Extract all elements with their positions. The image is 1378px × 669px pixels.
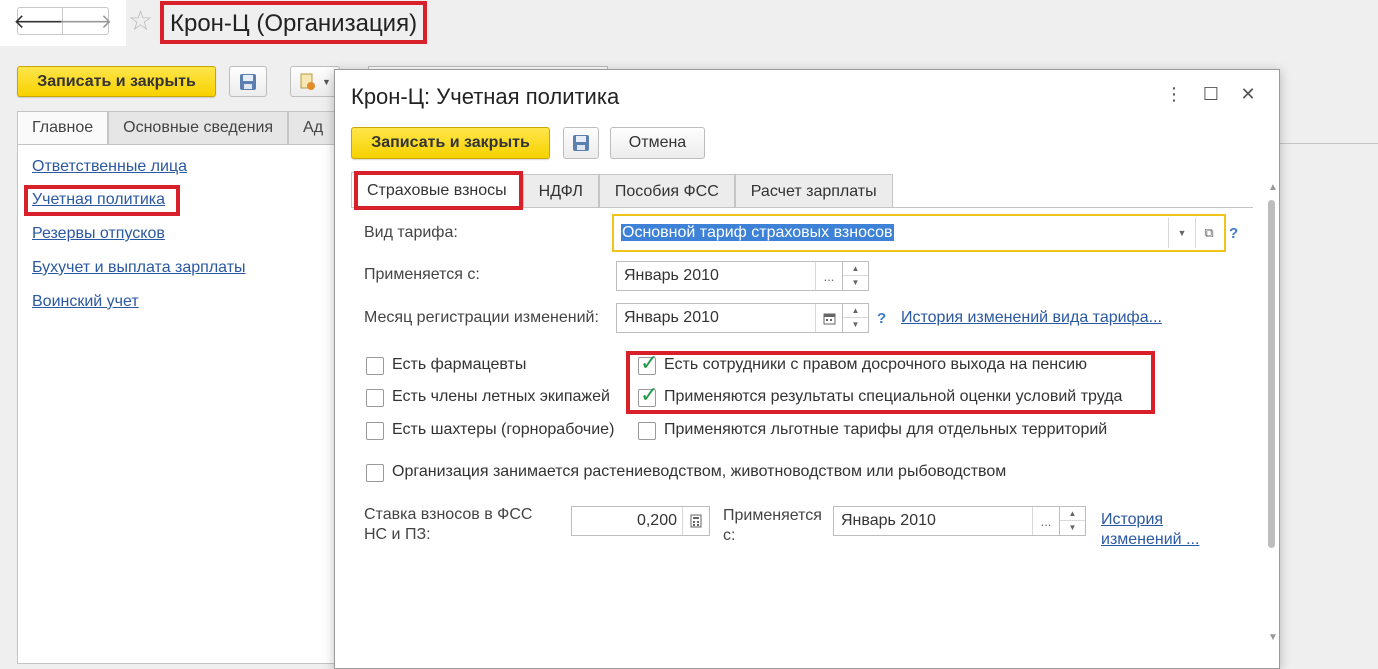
star-icon[interactable]: ☆ bbox=[128, 6, 153, 36]
fss-applies-label-line2: с: bbox=[723, 527, 736, 544]
accounting-policy-highlight bbox=[24, 185, 180, 216]
back-button[interactable]: 🡐 bbox=[13, 7, 67, 35]
fss-applies-spinner[interactable]: ▲ ▼ bbox=[1060, 506, 1086, 536]
active-tab-highlight bbox=[354, 171, 523, 210]
chevron-down-icon[interactable]: ▼ bbox=[1169, 218, 1195, 248]
dialog-cancel-button[interactable]: Отмена bbox=[610, 127, 705, 159]
chevron-down-icon: ▼ bbox=[322, 76, 331, 87]
tariff-help-icon[interactable]: ? bbox=[1229, 225, 1238, 242]
tariff-history-link[interactable]: История изменений вида тарифа... bbox=[901, 309, 1162, 327]
fss-history-link-line1[interactable]: История bbox=[1101, 511, 1163, 529]
org-tab-basic-info[interactable]: Основные сведения bbox=[108, 111, 289, 144]
open-in-window-icon[interactable]: ⧉ bbox=[1196, 218, 1222, 248]
dialog-save-button[interactable] bbox=[563, 127, 599, 159]
aircrew-checkbox[interactable] bbox=[366, 389, 384, 407]
org-title-highlight: Крон-Ц (Организация) bbox=[160, 1, 428, 44]
pharmacists-checkbox[interactable] bbox=[366, 357, 384, 375]
reg-month-value: Январь 2010 bbox=[624, 309, 719, 326]
spin-up-icon[interactable]: ▲ bbox=[843, 262, 868, 276]
reg-month-field[interactable]: Январь 2010 bbox=[616, 303, 843, 333]
link-accounting-payroll[interactable]: Бухучет и выплата зарплаты bbox=[32, 259, 246, 277]
calendar-icon[interactable] bbox=[816, 304, 842, 332]
spin-down-icon[interactable]: ▼ bbox=[843, 276, 868, 290]
applies-from-field[interactable]: Январь 2010 ... bbox=[616, 261, 843, 291]
miners-label: Есть шахтеры (горнорабочие) bbox=[392, 421, 615, 438]
fss-applies-select-button[interactable]: ... bbox=[1033, 507, 1059, 535]
scroll-up-icon[interactable]: ▲ bbox=[1268, 182, 1278, 193]
report-icon bbox=[300, 73, 315, 90]
fss-rate-field[interactable]: 0,200 bbox=[571, 506, 710, 536]
applies-from-spinner[interactable]: ▲ ▼ bbox=[843, 261, 869, 291]
spin-down-icon[interactable]: ▼ bbox=[843, 318, 868, 332]
org-save-button[interactable] bbox=[229, 66, 267, 97]
applies-from-select-button[interactable]: ... bbox=[816, 262, 842, 290]
navigation-box: 🡐 🡒 bbox=[0, 0, 126, 46]
maximize-icon[interactable]: ☐ bbox=[1199, 84, 1223, 105]
pharmacists-label: Есть фармацевты bbox=[392, 356, 527, 373]
scrollbar-thumb[interactable] bbox=[1268, 200, 1275, 548]
floppy-disk-icon bbox=[240, 73, 256, 90]
fss-applies-field[interactable]: Январь 2010 ... bbox=[833, 506, 1060, 536]
link-vacation-reserves[interactable]: Резервы отпусков bbox=[32, 225, 165, 243]
tab-fss-benefits[interactable]: Пособия ФСС bbox=[598, 174, 735, 208]
tariff-focus-frame: Основной тариф страховых взносов ▼ ⧉ bbox=[612, 214, 1226, 252]
fss-rate-label-line1: Ставка взносов в ФСС bbox=[364, 506, 533, 523]
close-icon[interactable]: ✕ bbox=[1236, 84, 1260, 105]
scroll-down-icon[interactable]: ▼ bbox=[1268, 632, 1278, 643]
org-window-title: Крон-Ц (Организация) bbox=[170, 10, 418, 37]
spin-up-icon[interactable]: ▲ bbox=[843, 304, 868, 318]
aircrew-label: Есть члены летных экипажей bbox=[392, 388, 610, 405]
calculator-icon[interactable] bbox=[683, 507, 709, 535]
org-tab-main[interactable]: Главное bbox=[17, 111, 109, 144]
tariff-value: Основной тариф страховых взносов bbox=[621, 224, 894, 241]
org-report-button[interactable]: ▼ bbox=[290, 66, 340, 97]
org-tab-address[interactable]: Ад bbox=[288, 111, 339, 144]
more-vertical-icon[interactable]: ⋮ bbox=[1162, 84, 1186, 105]
tariff-label: Вид тарифа: bbox=[364, 224, 458, 241]
dialog-save-close-button[interactable]: Записать и закрыть bbox=[351, 127, 550, 159]
tariff-select[interactable]: Основной тариф страховых взносов ▼ ⧉ bbox=[616, 218, 1222, 248]
arrow-right-icon: 🡒 bbox=[58, 10, 113, 33]
reg-month-help-icon[interactable]: ? bbox=[877, 310, 886, 327]
link-military-registration[interactable]: Воинский учет bbox=[32, 293, 139, 311]
accounting-policy-dialog: Крон-Ц: Учетная политика ⋮ ☐ ✕ Записать … bbox=[334, 69, 1280, 669]
tab-payroll-calculation[interactable]: Расчет зарплаты bbox=[734, 174, 893, 208]
org-divider bbox=[1278, 143, 1378, 144]
dialog-title: Крон-Ц: Учетная политика bbox=[351, 84, 620, 109]
fss-applies-label-line1: Применяется bbox=[723, 507, 822, 524]
spin-up-icon[interactable]: ▲ bbox=[1060, 507, 1085, 521]
fss-history-link-line2[interactable]: изменений ... bbox=[1101, 531, 1199, 549]
fss-applies-value: Январь 2010 bbox=[841, 512, 936, 529]
floppy-disk-icon bbox=[573, 135, 589, 151]
fss-rate-value: 0,200 bbox=[636, 512, 677, 529]
checkboxes-highlight bbox=[626, 351, 1155, 414]
reg-month-spinner[interactable]: ▲ ▼ bbox=[843, 303, 869, 333]
tab-ndfl[interactable]: НДФЛ bbox=[522, 174, 599, 208]
spin-down-icon[interactable]: ▼ bbox=[1060, 521, 1085, 535]
agriculture-checkbox[interactable] bbox=[366, 464, 384, 482]
preferential-tariffs-label: Применяются льготные тарифы для отдельны… bbox=[664, 421, 1108, 438]
agriculture-label: Организация занимается растениеводством,… bbox=[392, 463, 1007, 480]
applies-from-label: Применяется с: bbox=[364, 266, 480, 283]
applies-from-value: Январь 2010 bbox=[624, 267, 719, 284]
fss-rate-label-line2: НС и ПЗ: bbox=[364, 526, 431, 543]
preferential-tariffs-checkbox[interactable] bbox=[638, 422, 656, 440]
org-save-close-button[interactable]: Записать и закрыть bbox=[17, 66, 216, 97]
org-tabs: Главное Основные сведения Ад bbox=[17, 111, 339, 144]
reg-month-label: Месяц регистрации изменений: bbox=[364, 309, 599, 326]
miners-checkbox[interactable] bbox=[366, 422, 384, 440]
link-responsible-persons[interactable]: Ответственные лица bbox=[32, 158, 187, 176]
org-left-panel bbox=[17, 144, 347, 664]
forward-button[interactable]: 🡒 bbox=[59, 7, 112, 35]
